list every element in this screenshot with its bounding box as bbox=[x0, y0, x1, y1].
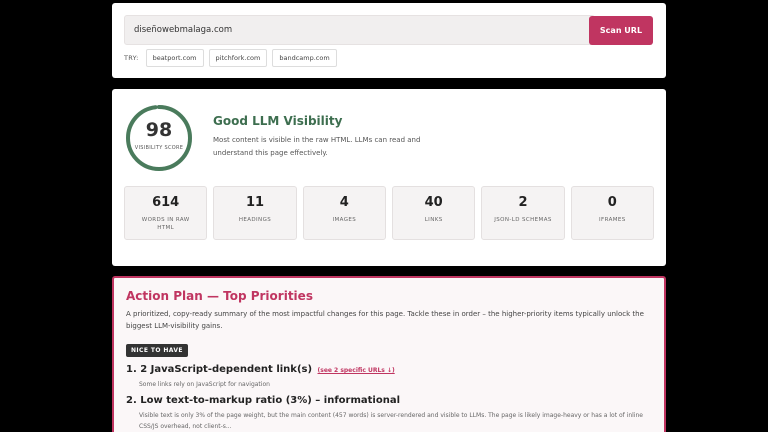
stat-label: IMAGES bbox=[332, 217, 357, 223]
scan-card: diseñowebmalaga.com Scan URL TRY: beatpo… bbox=[112, 3, 666, 78]
action-item-title-text: 1. 2 JavaScript-dependent link(s) bbox=[126, 364, 313, 375]
stat-label: IFRAMES bbox=[598, 217, 626, 223]
stat-value: 40 bbox=[424, 195, 443, 210]
try-label: TRY: bbox=[124, 54, 139, 62]
stat-label: LINKS bbox=[424, 217, 443, 223]
score-card: 98 VISIBILITY SCORE Good LLM Visibility … bbox=[112, 89, 666, 266]
stat-value: 4 bbox=[339, 195, 349, 210]
url-input[interactable]: diseñowebmalaga.com bbox=[124, 15, 595, 45]
score-value: 98 bbox=[145, 119, 173, 141]
action-item-description: Some links rely on JavaScript for naviga… bbox=[139, 381, 270, 388]
example-chip-bandcamp[interactable]: bandcamp.com bbox=[272, 49, 337, 67]
score-sublabel: VISIBILITY SCORE bbox=[134, 145, 184, 151]
stat-words: 614 WORDS IN RAW HTML bbox=[124, 186, 208, 240]
stat-label: WORDS IN RAW HTML bbox=[141, 217, 190, 231]
action-plan-card: Action Plan — Top Priorities A prioritiz… bbox=[112, 276, 666, 432]
visibility-description: Most content is visible in the raw HTML.… bbox=[213, 136, 421, 157]
see-urls-link[interactable]: (see 2 specific URLs ↓) bbox=[318, 367, 395, 374]
action-item-title: 2. Low text-to-markup ratio (3%) – infor… bbox=[126, 395, 401, 406]
stats-grid: 614 WORDS IN RAW HTML 11 HEADINGS 4 IMAG… bbox=[124, 186, 654, 240]
stat-value: 614 bbox=[152, 195, 180, 210]
action-item-title: 1. 2 JavaScript-dependent link(s) (see 2… bbox=[126, 364, 395, 375]
stat-headings: 11 HEADINGS bbox=[213, 186, 297, 240]
example-chip-pitchfork[interactable]: pitchfork.com bbox=[208, 49, 268, 67]
stat-value: 0 bbox=[607, 195, 617, 210]
priority-badge: NICE TO HAVE bbox=[126, 344, 188, 357]
stat-images: 4 IMAGES bbox=[302, 186, 386, 240]
stat-value: 11 bbox=[245, 195, 265, 210]
action-item-description: Visible text is only 3% of the page weig… bbox=[139, 412, 643, 430]
visibility-title: Good LLM Visibility bbox=[213, 114, 343, 128]
example-chip-beatport[interactable]: beatport.com bbox=[145, 49, 204, 67]
action-plan-title: Action Plan — Top Priorities bbox=[126, 289, 313, 303]
scan-url-button[interactable]: Scan URL bbox=[589, 16, 653, 45]
stat-label: JSON-LD SCHEMAS bbox=[494, 217, 552, 223]
stat-label: HEADINGS bbox=[238, 217, 272, 223]
action-plan-intro: A prioritized, copy-ready summary of the… bbox=[126, 310, 644, 330]
stat-links: 40 LINKS bbox=[392, 186, 476, 240]
stat-iframes: 0 IFRAMES bbox=[570, 186, 654, 240]
stat-json-ld: 2 JSON-LD SCHEMAS bbox=[481, 186, 565, 240]
try-examples: TRY: beatport.com pitchfork.com bandcamp… bbox=[124, 49, 337, 67]
stat-value: 2 bbox=[518, 195, 528, 210]
